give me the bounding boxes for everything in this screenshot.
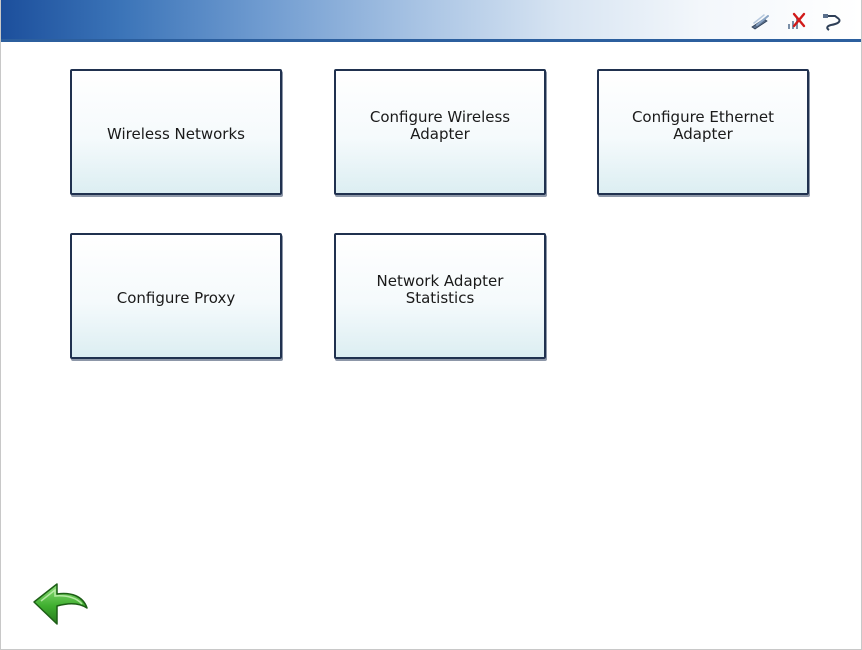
configure-ethernet-adapter-button[interactable]: Configure Ethernet Adapter: [597, 69, 809, 195]
configure-proxy-label: Configure Proxy: [116, 288, 236, 307]
wireless-signal-icon[interactable]: [749, 10, 771, 32]
configure-wireless-adapter-button[interactable]: Configure Wireless Adapter: [334, 69, 546, 195]
network-adapter-statistics-button[interactable]: Network Adapter Statistics: [334, 233, 546, 359]
back-arrow-icon[interactable]: [31, 580, 91, 628]
configure-ethernet-adapter-label: Configure Ethernet Adapter: [631, 108, 775, 143]
ethernet-cable-icon[interactable]: [821, 10, 843, 32]
network-settings-screen: Wireless Networks Configure Wireless Ada…: [0, 0, 862, 650]
configure-wireless-adapter-label: Configure Wireless Adapter: [369, 108, 511, 143]
title-bar: [1, 0, 861, 42]
network-adapter-statistics-label: Network Adapter Statistics: [376, 272, 504, 307]
status-icon-tray: [749, 9, 843, 33]
network-disconnected-icon[interactable]: [785, 10, 807, 32]
configure-proxy-button[interactable]: Configure Proxy: [70, 233, 282, 359]
wireless-networks-label: Wireless Networks: [107, 124, 245, 143]
wireless-networks-button[interactable]: Wireless Networks: [70, 69, 282, 195]
